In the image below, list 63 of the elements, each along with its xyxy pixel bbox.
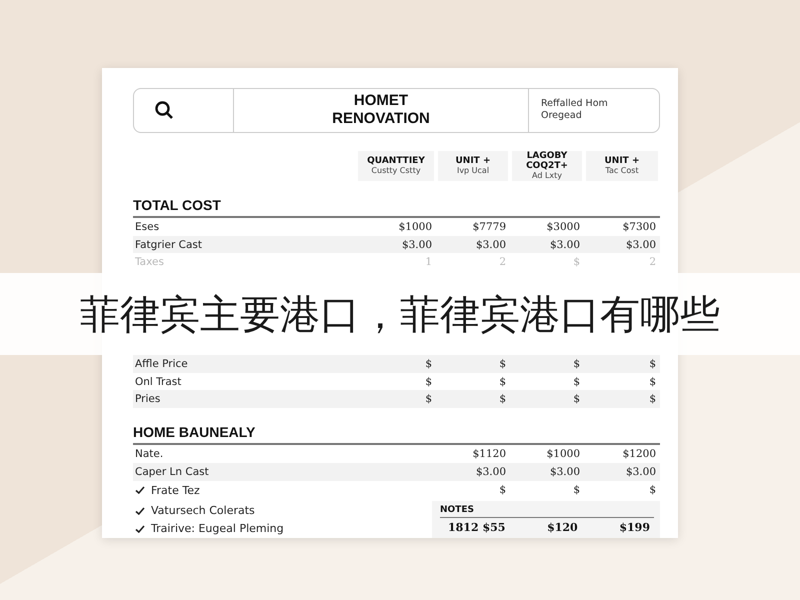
row-label: Affle Price bbox=[135, 358, 188, 370]
table-cell-text: $1000 bbox=[398, 220, 433, 233]
table-cell-text: $3.00 bbox=[548, 466, 581, 478]
table-cell-text: 1 bbox=[424, 256, 433, 268]
column-subtitle: Ivp Ucal bbox=[456, 166, 490, 176]
table-cell-text: $1120 bbox=[472, 448, 507, 460]
notes-value: $120 bbox=[547, 520, 578, 534]
header-note: Reffalled Hom Oregead bbox=[541, 98, 609, 122]
table-cell-text: $3.00 bbox=[548, 238, 581, 250]
table-cell-text: $ bbox=[572, 256, 581, 268]
table-cell-text: $1200 bbox=[622, 448, 657, 460]
table-cell-text: 2 bbox=[648, 256, 657, 268]
table-cell-text: $ bbox=[572, 358, 581, 370]
row-label: Onl Trast bbox=[135, 376, 182, 388]
table-cell-text: $ bbox=[572, 376, 581, 388]
document-title: HOMET RENOVATION bbox=[331, 92, 431, 128]
row-label: Pries bbox=[135, 393, 160, 406]
table-cell-text: $7779 bbox=[472, 220, 507, 233]
table-cell-text: $ bbox=[572, 484, 581, 496]
notes-value: 1812 $55 bbox=[448, 520, 506, 534]
table-cell-text: $ bbox=[498, 376, 507, 388]
table-cell-text: $ bbox=[424, 376, 433, 388]
column-subtitle: Tac Cost bbox=[605, 166, 639, 176]
table-cell-text: $ bbox=[424, 358, 433, 370]
table-cell-text: $ bbox=[498, 358, 507, 370]
section-title: HOME BAUNEALY bbox=[133, 424, 256, 440]
row-label: Caper Ln Cast bbox=[135, 466, 209, 478]
column-subtitle: Custty Cstty bbox=[371, 166, 421, 176]
row-label: Frate Tez bbox=[151, 484, 200, 497]
table-cell-text: $7300 bbox=[622, 220, 657, 233]
row-label: Fatgrier Cast bbox=[135, 238, 202, 250]
notes-value: $199 bbox=[619, 520, 650, 534]
table-cell-text: $ bbox=[648, 393, 657, 406]
table-cell-text: $3.00 bbox=[474, 238, 507, 250]
table-cell-text: $ bbox=[648, 358, 657, 370]
table-cell-text: $ bbox=[424, 393, 433, 406]
check-icon bbox=[135, 486, 145, 494]
checklist-item: Trairive: Eugeal Pleming bbox=[151, 522, 284, 536]
table-cell-text: $3.00 bbox=[624, 466, 657, 478]
table-cell-text: $3000 bbox=[546, 220, 581, 233]
table-cell-text: $1000 bbox=[546, 448, 581, 460]
row-label: Taxes bbox=[135, 256, 164, 268]
table-cell-text: $3.00 bbox=[400, 238, 433, 250]
table-cell-text: $ bbox=[498, 484, 507, 496]
column-title: UNIT + bbox=[455, 156, 490, 166]
table-cell-text: $ bbox=[498, 393, 507, 406]
column-title: UNIT + bbox=[604, 156, 640, 166]
row-label: Eses bbox=[135, 220, 160, 233]
column-title: QUANTTIEY bbox=[367, 156, 425, 166]
table-cell-text: $3.00 bbox=[624, 238, 657, 250]
table-cell-text: $ bbox=[648, 376, 657, 388]
table-cell-text: $ bbox=[648, 484, 657, 496]
checklist-item: Vatursech Colerats bbox=[151, 504, 255, 518]
column-subtitle: Ad Lxty bbox=[532, 170, 562, 181]
table-cell-text: $ bbox=[572, 393, 581, 406]
column-title: LAGOBY COQ2T+ bbox=[525, 150, 569, 171]
row-label: Nate. bbox=[135, 448, 164, 460]
table-cell-text: $3.00 bbox=[474, 466, 507, 478]
notes-title: NOTES bbox=[440, 504, 654, 518]
table-cell-text: 2 bbox=[498, 256, 507, 268]
caption-text: 菲律宾主要港口，菲律宾港口有哪些 bbox=[80, 290, 720, 340]
search-icon[interactable] bbox=[154, 100, 174, 120]
section-title: TOTAL COST bbox=[133, 196, 222, 213]
